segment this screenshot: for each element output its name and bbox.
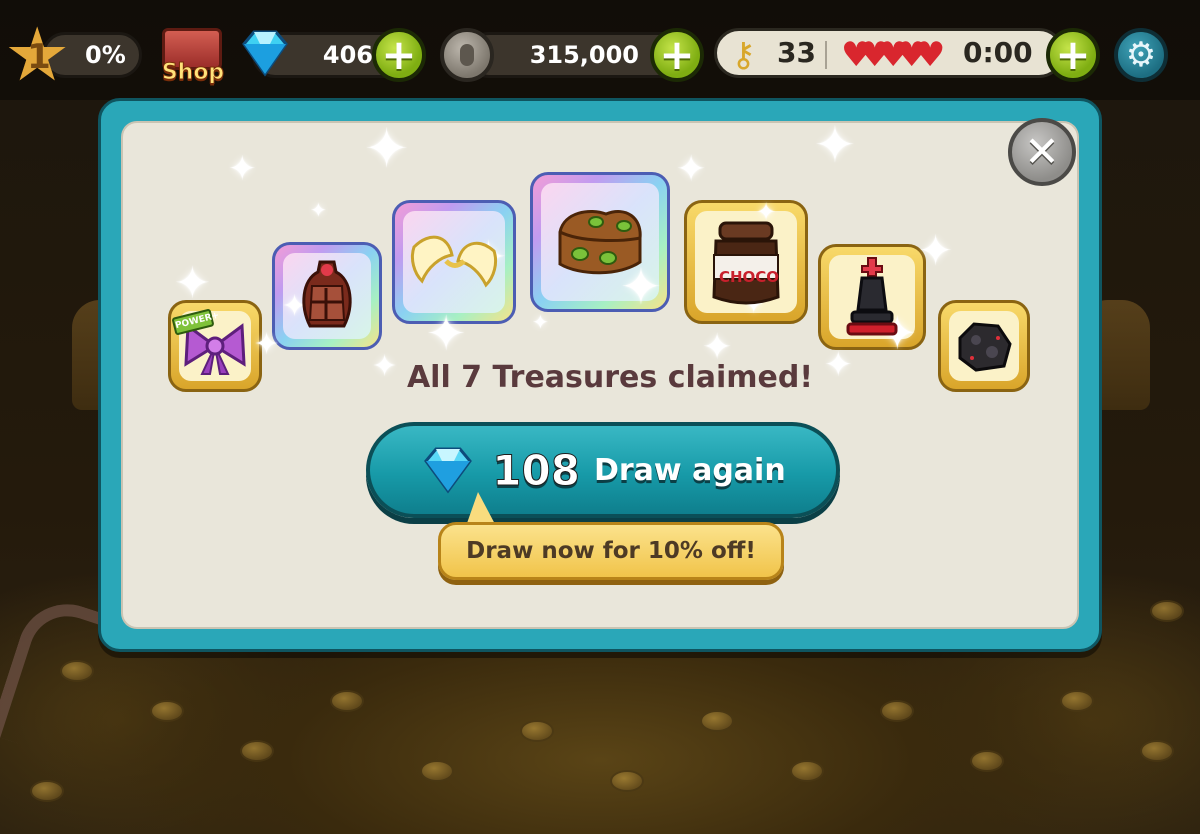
coin-pile-coin [790,760,824,782]
treasure-bow[interactable]: POWER+ [168,300,262,392]
add-coins-button[interactable]: + [650,28,704,82]
sparkle-icon: ✦ [676,149,707,190]
draw-cost: 108 [492,445,581,495]
coin-pile-coin [880,700,914,722]
lives-timer: 0:00 [963,36,1033,69]
choco-jar-icon [712,221,780,305]
coin-pile-coin [970,750,1004,772]
coin-pile-coin [610,770,644,792]
draw-again-label: Draw again [593,452,786,488]
sparkle-icon: ✦ [426,306,467,362]
shop-button[interactable]: Shop [158,24,228,90]
meteor-rock-icon [958,322,1012,372]
treasure-meteor[interactable] [938,300,1030,392]
chess-king-icon [846,257,898,336]
gems-value: 406 [322,41,373,69]
level-star-icon: 1 [4,12,70,98]
gem-icon [424,447,473,494]
bread-icon [558,209,642,275]
keys-value: 33 [777,36,816,69]
lives-hearts-icon: ♥♥♥♥♥ [841,35,945,75]
sparkle-icon: ✦ [814,116,856,174]
sparkle-icon: ✦ [228,149,257,189]
add-gems-button[interactable]: + [372,28,426,82]
sparkle-icon: ✦ [918,226,954,275]
key-icon: ⚷ [731,35,756,75]
add-lives-button[interactable]: + [1046,28,1100,82]
discount-promo-bubble: Draw now for 10% off! [438,522,784,580]
coin-pile-coin [330,690,364,712]
coin-pile-coin [1150,600,1184,622]
coins-value: 315,000 [529,41,639,69]
coin-pile-coin [420,760,454,782]
sparkle-icon: ✦ [174,258,211,309]
coin-pile-coin [30,780,64,802]
candy-cane [0,591,112,759]
sparkle-icon: ✦ [254,327,280,362]
keys-lives-pill: ⚷ 33 ♥♥♥♥♥ 0:00 [714,28,1064,78]
coin-pile-coin [1140,740,1174,762]
level-progress-value: 0% [85,41,126,69]
sparkle-icon: ✦ [364,117,410,180]
promo-bubble-tail [466,492,496,526]
treasure-choco-jar[interactable]: CHOCO [684,200,808,324]
shop-label: Shop [161,60,225,86]
coin-pile-coin [520,720,554,742]
coin-pile-coin [150,700,184,722]
level-value: 1 [27,37,51,77]
coin-pile-coin [240,740,274,762]
close-button[interactable]: ✕ [1008,118,1076,186]
choco-label: CHOCO [718,268,780,286]
sparkle-icon: ✦ [310,198,327,222]
top-status-bar: 0% 1 Shop 406 + 315,000 + ⚷ 33 ♥♥♥♥♥ 0:0… [0,0,1200,100]
draw-again-button[interactable]: 108 Draw again [366,422,840,518]
coin-pile-coin [1060,690,1094,712]
wings-icon [410,235,498,288]
treasures-claimed-title: All 7 Treasures claimed! [406,360,814,395]
sparkle-icon: ✦ [532,310,549,334]
close-icon: ✕ [1024,127,1060,176]
coin-pile-coin [60,660,94,682]
gem-icon [242,30,288,77]
coin-icon [440,28,494,82]
promo-text: Draw now for 10% off! [466,538,756,564]
coin-pile-coin [700,710,734,732]
vase-icon [302,260,352,328]
settings-gear-icon[interactable]: ⚙ [1114,28,1168,82]
divider [825,41,827,69]
